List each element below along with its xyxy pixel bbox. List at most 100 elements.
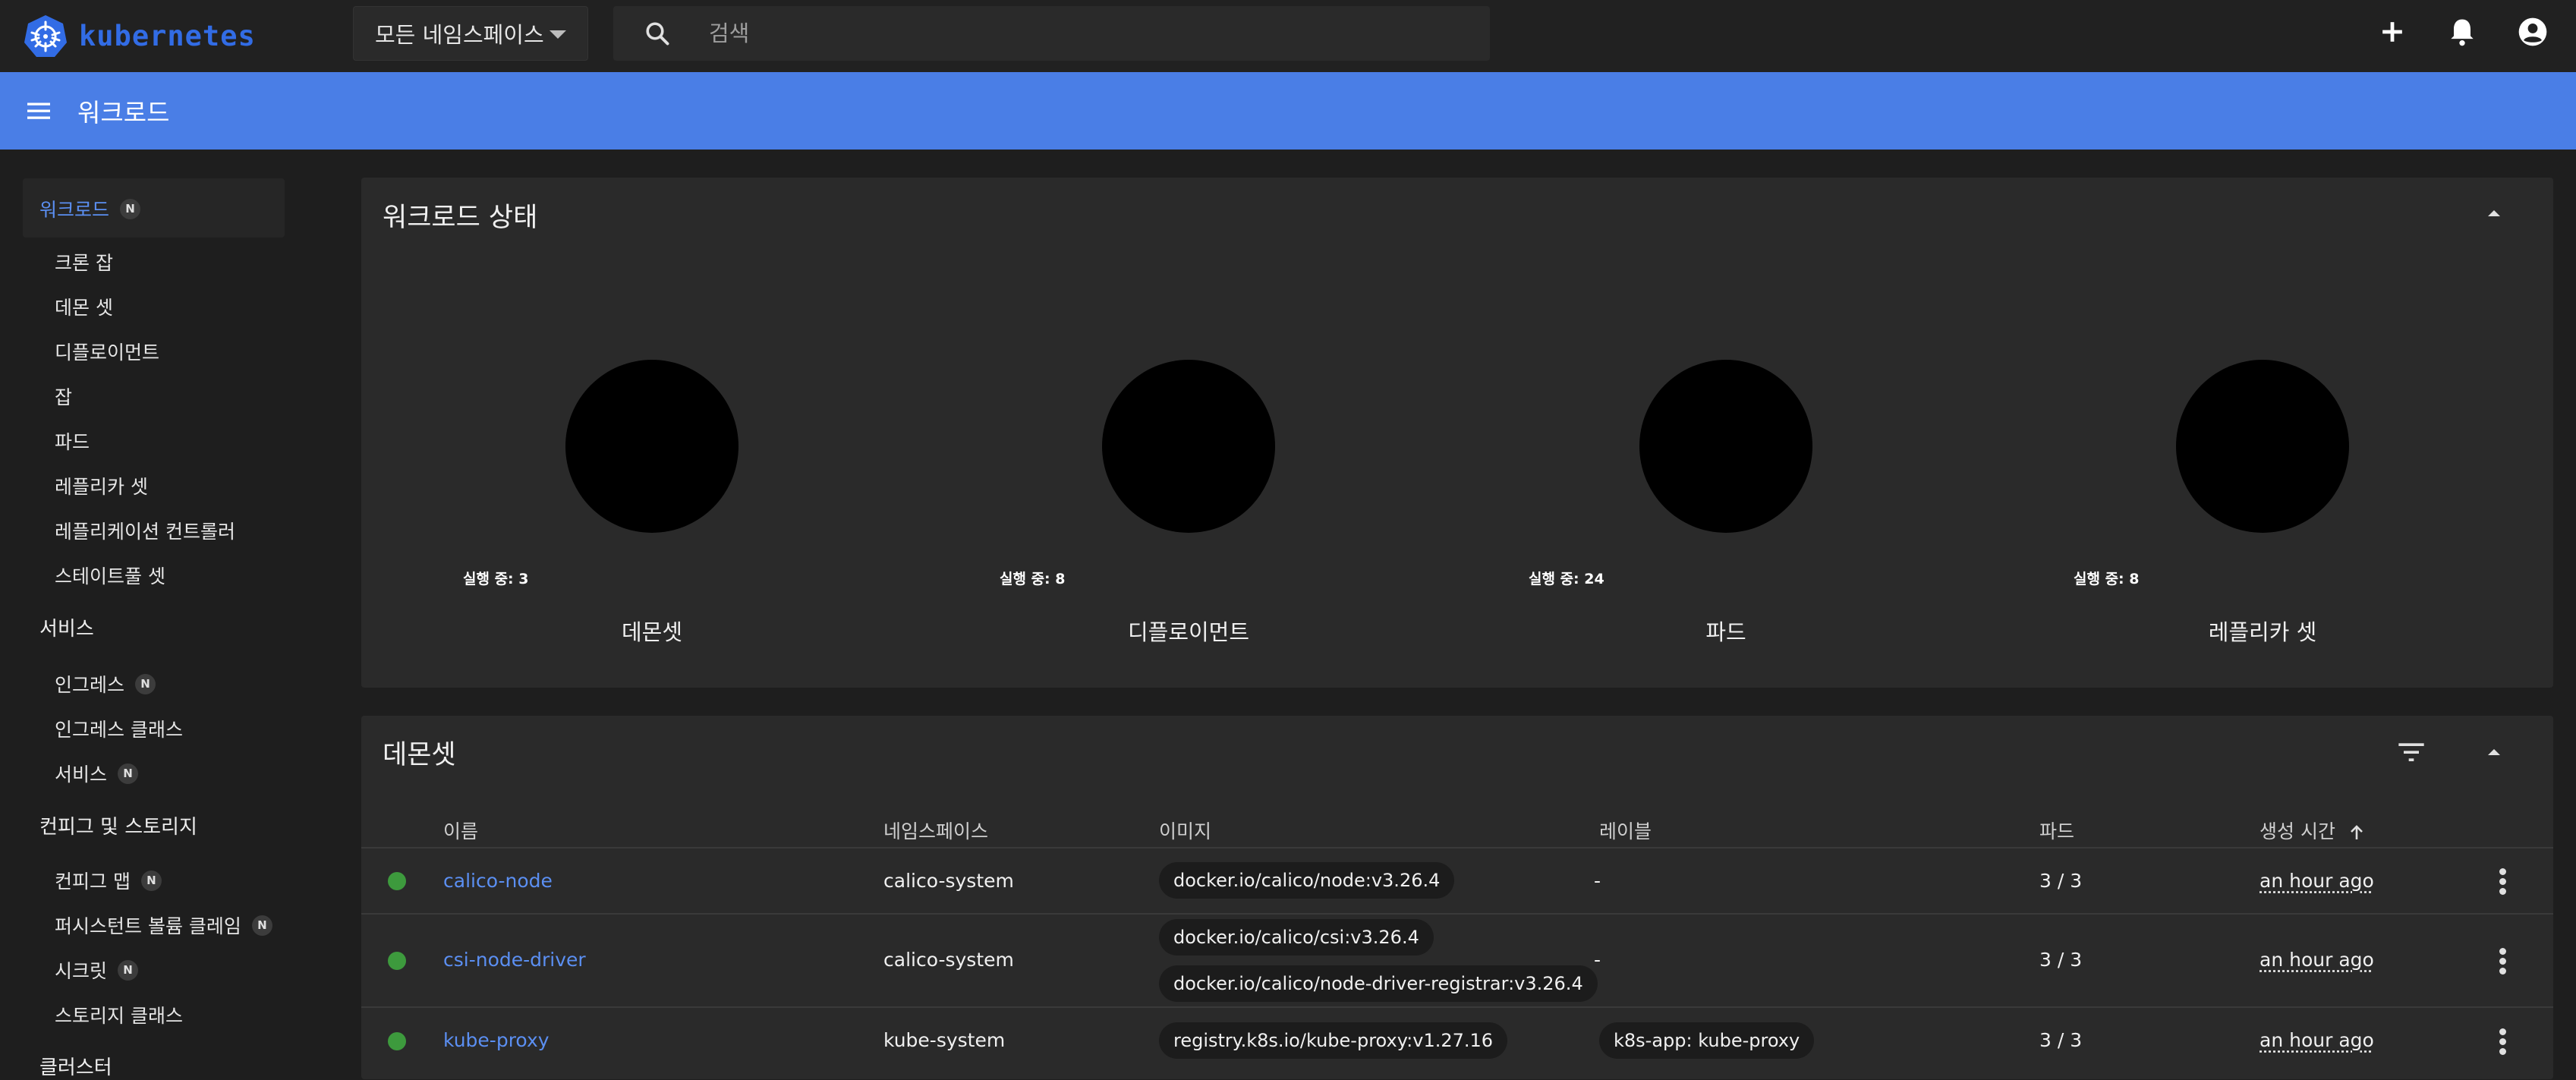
- table-divider: [361, 1006, 2553, 1008]
- labels-cell: -: [1594, 870, 1601, 892]
- sidebar-item-label: 인그레스: [55, 674, 125, 696]
- sidebar-item-services[interactable]: 서비스 N: [55, 760, 139, 787]
- filter-icon[interactable]: [2396, 741, 2426, 764]
- sidebar-section-label: 클러스터: [39, 1056, 112, 1079]
- pods-cell: 3 / 3: [2039, 870, 2083, 892]
- image-chip: registry.k8s.io/kube-proxy:v1.27.16: [1159, 1022, 1508, 1059]
- sidebar-section-service[interactable]: 서비스: [39, 613, 94, 641]
- sidebar-item-deployments[interactable]: 디플로이먼트: [55, 338, 159, 365]
- daemonset-card-title: 데몬셋: [383, 740, 456, 770]
- search-input[interactable]: [709, 6, 1453, 61]
- daemonset-name-link[interactable]: csi-node-driver: [443, 949, 586, 971]
- column-header-namespace[interactable]: 네임스페이스: [883, 817, 988, 844]
- created-time: an hour ago: [2260, 949, 2374, 971]
- daemonsets-chart-title: 데몬셋: [621, 619, 683, 645]
- logo-text: kubernetes: [79, 19, 256, 52]
- chevron-down-icon: [550, 30, 566, 39]
- new-badge: N: [118, 763, 139, 784]
- more-vert-icon[interactable]: [2499, 868, 2507, 896]
- sidebar-item-replica-sets[interactable]: 레플리카 셋: [55, 472, 148, 499]
- sidebar-item-jobs[interactable]: 잡: [55, 383, 72, 410]
- more-vert-icon[interactable]: [2499, 948, 2507, 975]
- sidebar-item-label: 크론 잡: [55, 252, 113, 274]
- namespace-cell: calico-system: [883, 870, 1014, 892]
- new-badge: N: [118, 959, 139, 981]
- sidebar-section-label: 서비스: [39, 618, 94, 641]
- sidebar-item-ingress-classes[interactable]: 인그레스 클래스: [55, 715, 183, 742]
- more-vert-icon[interactable]: [2499, 1028, 2507, 1056]
- account-circle-icon[interactable]: [2516, 15, 2549, 49]
- menu-icon[interactable]: [24, 97, 53, 124]
- daemonsets-running-label: 실행 중: 3: [463, 571, 529, 587]
- title-bar: 워크로드: [0, 72, 2576, 150]
- image-chip: docker.io/calico/csi:v3.26.4: [1159, 919, 1434, 956]
- daemonset-name-link[interactable]: calico-node: [443, 870, 553, 892]
- sidebar-item-storage-classes[interactable]: 스토리지 클래스: [55, 1001, 183, 1028]
- status-ok-icon: [388, 1032, 406, 1050]
- sidebar-item-label: 스테이트풀 셋: [55, 565, 165, 587]
- sidebar-item-ingresses[interactable]: 인그레스 N: [55, 670, 156, 697]
- sidebar-item-label: 디플로이먼트: [55, 342, 160, 364]
- column-header-created[interactable]: 생성 시간: [2260, 817, 2364, 844]
- sidebar-item-label: 인그레스 클래스: [55, 719, 183, 741]
- page-title: 워크로드: [77, 98, 170, 128]
- sidebar: 워크로드 N 크론 잡 데몬 셋 디플로이먼트 잡 파드 레플리카 셋 레플리케…: [0, 150, 319, 1079]
- deployments-chart: [1102, 360, 1275, 533]
- deployments-running-label: 실행 중: 8: [1000, 571, 1066, 587]
- sidebar-section-label: 컨피그 및 스토리지: [39, 816, 197, 839]
- sidebar-item-label: 레플리카 셋: [55, 476, 148, 498]
- sidebar-item-daemon-sets[interactable]: 데몬 셋: [55, 293, 113, 320]
- namespace-select[interactable]: 모든 네임스페이스: [353, 6, 588, 61]
- image-chip: docker.io/calico/node:v3.26.4: [1159, 862, 1455, 899]
- new-badge: N: [251, 915, 272, 936]
- new-badge: N: [135, 673, 156, 694]
- sidebar-item-stateful-sets[interactable]: 스테이트풀 셋: [55, 562, 165, 589]
- sidebar-section-cluster[interactable]: 클러스터: [39, 1052, 112, 1080]
- add-icon[interactable]: [2376, 15, 2409, 49]
- top-bar: kubernetes 모든 네임스페이스: [0, 0, 2576, 72]
- sidebar-item-persistent-volume-claims[interactable]: 퍼시스턴트 볼륨 클레임 N: [55, 912, 272, 939]
- namespace-select-value: 모든 네임스페이스: [375, 22, 544, 48]
- daemonset-name-link[interactable]: kube-proxy: [443, 1029, 550, 1051]
- status-ok-icon: [388, 872, 406, 890]
- pods-cell: 3 / 3: [2039, 949, 2083, 971]
- sidebar-item-label: 시크릿: [55, 960, 108, 982]
- sidebar-item-config-maps[interactable]: 컨피그 맵 N: [55, 867, 162, 894]
- created-time: an hour ago: [2260, 870, 2374, 892]
- namespace-cell: calico-system: [883, 949, 1014, 971]
- status-ok-icon: [388, 952, 406, 970]
- notifications-bell-icon[interactable]: [2445, 15, 2479, 49]
- sidebar-item-label: 컨피그 맵: [55, 871, 131, 893]
- search-box: [613, 6, 1490, 61]
- sort-ascending-icon[interactable]: [2349, 824, 2364, 841]
- image-chip: docker.io/calico/node-driver-registrar:v…: [1159, 965, 1598, 1002]
- replicasets-chart: [2176, 360, 2349, 533]
- sidebar-item-replication-controllers[interactable]: 레플리케이션 컨트롤러: [55, 517, 235, 544]
- replicasets-chart-title: 레플리카 셋: [2208, 619, 2317, 645]
- workload-status-card: 워크로드 상태 실행 중: 3 데몬셋 실행 중: 8 디플로이먼트 실행 중:…: [361, 178, 2553, 688]
- sidebar-item-workloads[interactable]: 워크로드 N: [39, 195, 141, 222]
- daemonsets-chart: [565, 360, 738, 533]
- sidebar-item-cron-jobs[interactable]: 크론 잡: [55, 248, 113, 276]
- sidebar-item-pods[interactable]: 파드: [55, 427, 90, 455]
- collapse-icon[interactable]: [2485, 208, 2503, 219]
- logo[interactable]: kubernetes: [23, 8, 256, 64]
- sidebar-section-config-storage[interactable]: 컨피그 및 스토리지: [39, 811, 197, 839]
- sidebar-item-label: 잡: [55, 386, 73, 408]
- pods-chart: [1639, 360, 1812, 533]
- replicasets-running-label: 실행 중: 8: [2074, 571, 2140, 587]
- collapse-icon[interactable]: [2485, 747, 2503, 757]
- column-header-name[interactable]: 이름: [443, 817, 478, 844]
- label-chip: k8s-app: kube-proxy: [1599, 1022, 1815, 1059]
- created-time: an hour ago: [2260, 1029, 2374, 1051]
- namespace-cell: kube-system: [883, 1029, 1006, 1051]
- search-icon[interactable]: [644, 20, 671, 47]
- sidebar-item-label: 서비스: [55, 764, 108, 786]
- table-divider: [361, 913, 2553, 915]
- deployments-chart-title: 디플로이먼트: [1127, 619, 1250, 645]
- pods-cell: 3 / 3: [2039, 1029, 2083, 1051]
- sidebar-item-label: 퍼시스턴트 볼륨 클레임: [55, 915, 241, 937]
- sidebar-item-label: 데몬 셋: [55, 297, 113, 319]
- sidebar-item-secrets[interactable]: 시크릿 N: [55, 956, 139, 984]
- kubernetes-logo-icon: [24, 15, 67, 57]
